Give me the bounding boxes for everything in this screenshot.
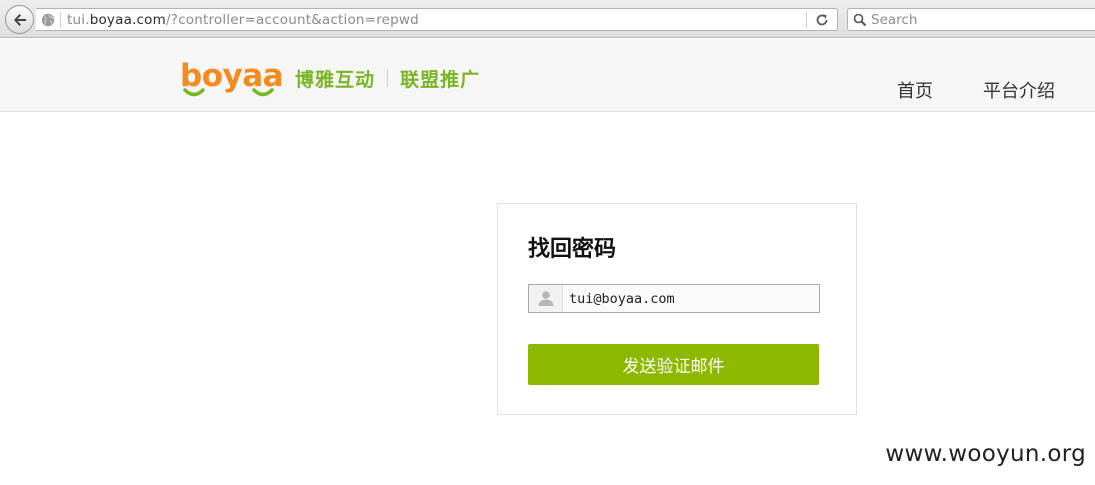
search-input[interactable] [871,10,1091,29]
email-field[interactable] [528,284,820,313]
back-arrow-icon [14,14,26,26]
nav-item-platform-intro[interactable]: 平台介绍 [983,77,1055,103]
url-divider [806,12,807,28]
logo-divider [387,69,389,87]
user-icon [529,285,563,312]
search-bar[interactable] [847,8,1095,31]
url-text[interactable]: tui.boyaa.com/?controller=account&action… [67,12,419,28]
site-header: boyaa 博雅互动 联盟推广 首页 平台介绍 [0,39,1095,112]
url-prefix: tui. [67,12,90,28]
password-recovery-card: 找回密码 发送验证邮件 [497,203,857,415]
globe-icon [41,13,55,27]
reload-icon[interactable] [815,13,829,27]
nav-item-home[interactable]: 首页 [897,77,933,103]
email-input[interactable] [569,289,814,308]
boyaa-logo[interactable]: boyaa 博雅互动 联盟推广 [180,59,480,103]
browser-toolbar: tui.boyaa.com/?controller=account&action… [0,0,1095,38]
watermark: www.wooyun.org [885,441,1086,467]
logo-smile-icon [183,88,205,97]
url-host: boyaa.com [89,12,166,28]
back-button[interactable] [5,5,34,34]
send-verification-email-button[interactable]: 发送验证邮件 [528,344,819,385]
address-bar[interactable]: tui.boyaa.com/?controller=account&action… [36,8,838,31]
page-title: 找回密码 [528,237,617,262]
main-nav: 首页 平台介绍 [897,77,1055,103]
search-icon [853,13,867,27]
logo-smile-icon [252,88,274,97]
url-separator [60,12,61,28]
logo-wordmark: boyaa [180,59,284,97]
url-path: /?controller=account&action=repwd [166,12,419,28]
logo-subtitle: 联盟推广 [400,69,481,91]
logo-company-name: 博雅互动 [295,69,376,91]
